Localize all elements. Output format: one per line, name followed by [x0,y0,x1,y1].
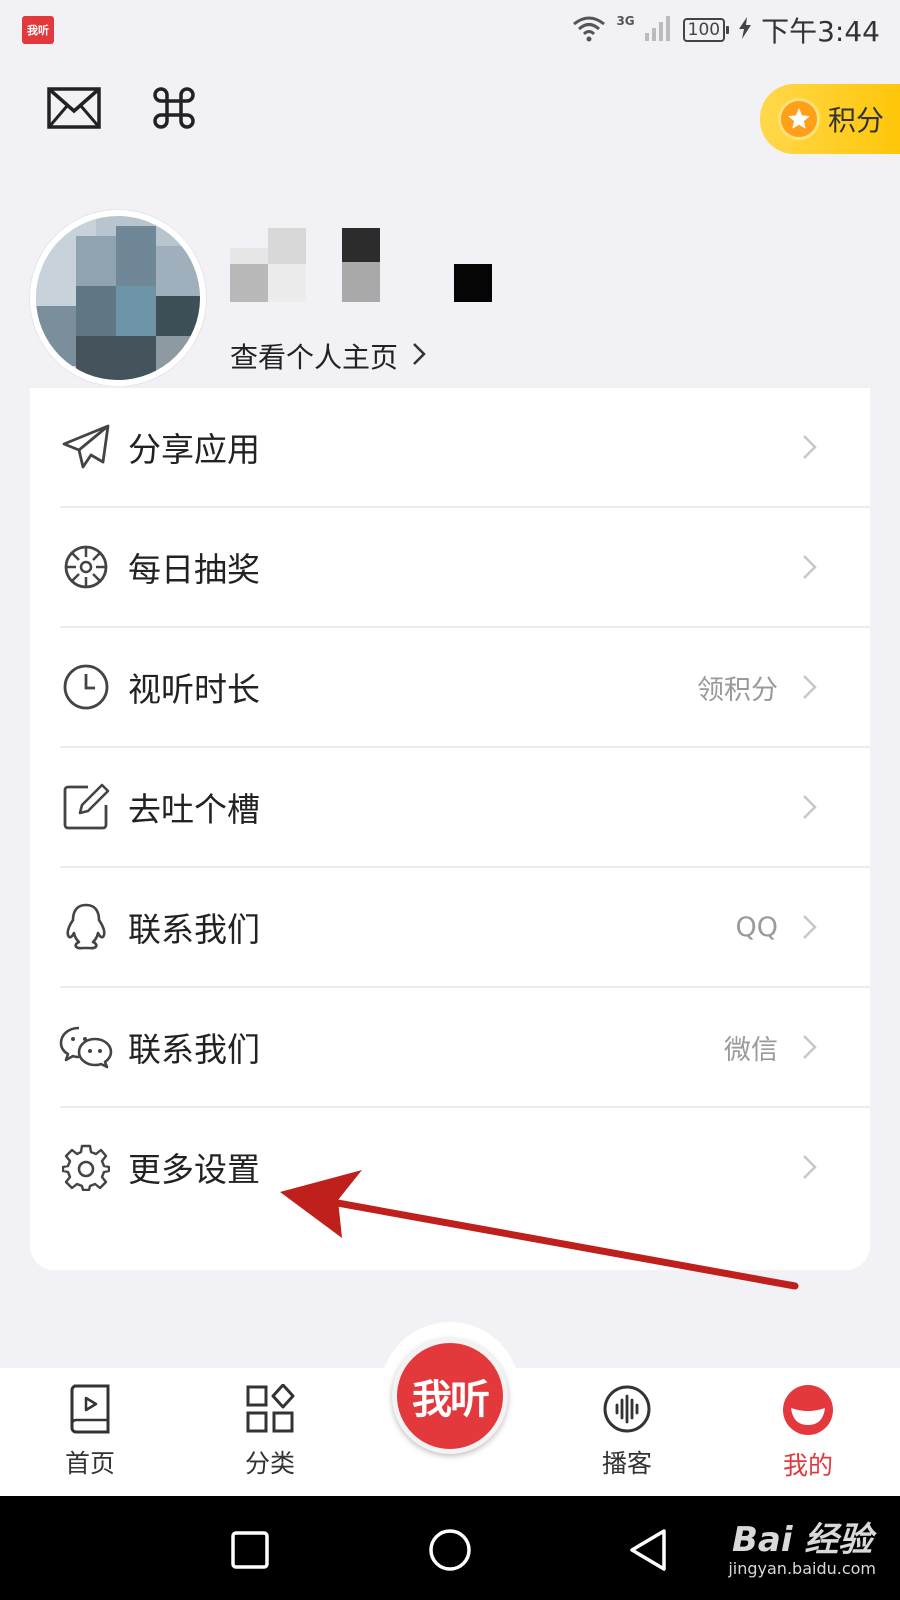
home-circle-icon[interactable] [422,1522,478,1578]
tab-label: 我的 [782,1451,833,1480]
menu-item-label: 联系我们 [128,1030,260,1069]
paper-plane-icon [58,419,114,475]
signal-icon [644,15,673,45]
wechat-icon [58,1019,114,1075]
menu-card: 分享应用 每日抽奖 视听时长 领积分 去吐个槽 联系我们 QQ 联系我们 微信 … [30,386,870,1270]
tab-home[interactable]: 首页 [30,1384,150,1480]
view-profile-label: 查看个人主页 [230,341,399,374]
watermark-url: jingyan.baidu.com [728,1559,876,1578]
lottery-wheel-icon [58,539,114,595]
baidu-jingyan-watermark: Bai 经验 jingyan.baidu.com [728,1512,876,1578]
status-indicators: 3G 100 下午3:44 [572,10,880,50]
battery-indicator: 100 [682,18,730,42]
menu-item-contact-wechat[interactable]: 联系我们 微信 [30,986,870,1108]
gear-icon [58,1139,114,1195]
profile-face-icon [782,1384,834,1440]
tab-mine[interactable]: 我的 [748,1384,868,1482]
menu-item-label: 视听时长 [128,670,260,709]
book-play-icon [68,1384,112,1438]
menu-item-contact-qq[interactable]: 联系我们 QQ [30,866,870,988]
points-label: 积分 [828,104,885,137]
annotation-arrow [280,1170,800,1300]
chevron-right-icon [800,432,820,462]
menu-item-hint: 微信 [724,1034,778,1066]
tab-label: 首页 [64,1449,115,1478]
envelope-icon[interactable] [46,80,102,136]
category-grid-icon [245,1383,295,1438]
tab-category[interactable]: 分类 [210,1383,330,1480]
username-obscured [230,228,510,308]
status-time: 下午3:44 [761,15,880,48]
menu-item-label: 分享应用 [128,430,260,469]
chevron-right-icon [800,792,820,822]
menu-item-share-app[interactable]: 分享应用 [30,386,870,508]
back-triangle-icon[interactable] [620,1522,676,1578]
star-icon [778,98,820,140]
chevron-right-icon [800,912,820,942]
podcast-wave-icon [602,1384,652,1438]
watermark-main: Bai 经验 [731,1520,873,1560]
status-bar: 我听 3G 100 下午3:44 [0,0,900,60]
qq-icon [58,899,114,955]
clock-icon [58,659,114,715]
menu-item-label: 去吐个槽 [128,790,260,829]
chevron-right-icon [412,340,426,373]
menu-item-hint: 领积分 [697,674,778,706]
menu-item-label: 联系我们 [128,910,260,949]
chevron-right-icon [800,672,820,702]
tab-label: 分类 [244,1449,295,1478]
avatar[interactable] [30,210,206,386]
center-play-button[interactable]: 我听 [392,1338,508,1454]
points-button[interactable]: 积分 [760,84,900,154]
command-icon[interactable] [146,80,202,136]
chevron-right-icon [800,1032,820,1062]
recents-square-icon[interactable] [222,1522,278,1578]
menu-item-listening-time[interactable]: 视听时长 领积分 [30,626,870,748]
menu-item-hint: QQ [735,911,778,943]
tab-label: 播客 [601,1449,652,1478]
view-profile-link[interactable]: 查看个人主页 [230,336,426,376]
menu-item-daily-lottery[interactable]: 每日抽奖 [30,506,870,628]
chevron-right-icon [800,1152,820,1182]
charging-icon [739,17,752,43]
menu-item-label: 每日抽奖 [128,550,260,589]
menu-item-label: 更多设置 [128,1150,260,1189]
wifi-icon [572,14,606,46]
app-notification-badge: 我听 [22,16,54,44]
chevron-right-icon [800,552,820,582]
tab-podcast[interactable]: 播客 [567,1384,687,1480]
menu-item-feedback[interactable]: 去吐个槽 [30,746,870,868]
network-type-label: 3G [616,14,635,28]
edit-icon [58,779,114,835]
